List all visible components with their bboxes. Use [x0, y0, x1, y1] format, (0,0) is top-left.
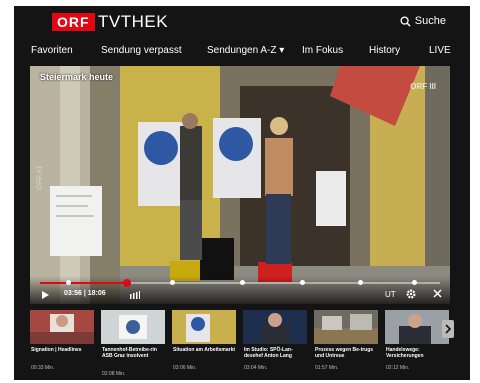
segment-thumbnail	[30, 310, 94, 344]
segment-thumbnail	[243, 310, 307, 344]
progress-handle[interactable]	[123, 279, 131, 287]
nav-favoriten[interactable]: Favoriten	[31, 42, 73, 60]
segment-title: Handelswege: Versicherungen	[386, 347, 424, 359]
segment-thumbnail	[314, 310, 378, 344]
play-icon[interactable]	[42, 291, 49, 299]
progress-bar[interactable]	[40, 279, 440, 287]
search-icon	[400, 15, 411, 27]
channel-watermark: ORF III	[410, 82, 436, 91]
segment-duration: 03:04 Min.	[244, 365, 268, 371]
tvthek-app: ORF TVTHEK Suche Favoriten Sendung verpa…	[14, 6, 470, 380]
main-nav: Favoriten Sendung verpasst Sendungen A-Z…	[14, 42, 470, 60]
segment-tile[interactable]: Situation am Arbeitsmarkt 03:06 Min.	[172, 310, 236, 376]
nav-sendungen-a-z[interactable]: Sendungen A-Z ▾	[207, 42, 284, 60]
search-label: Suche	[414, 15, 446, 27]
segment-tile[interactable]: Signation | Headlines 00:33 Min.	[30, 310, 94, 376]
nav-im-fokus[interactable]: Im Fokus	[302, 42, 343, 60]
segment-title: Situation am Arbeitsmarkt	[173, 347, 236, 353]
search-button[interactable]: Suche	[400, 14, 446, 28]
orf-logo[interactable]: ORF	[52, 13, 95, 31]
chapter-marker[interactable]	[66, 280, 71, 285]
chevron-right-icon	[445, 324, 452, 334]
top-bar: ORF TVTHEK Suche	[14, 6, 470, 36]
segment-duration: 03:06 Min.	[173, 365, 197, 371]
segment-duration: 02:08 Min.	[102, 371, 126, 377]
chapter-marker[interactable]	[300, 280, 305, 285]
segment-tile[interactable]: Prozess wegen Be-trugs und Untreue 01:57…	[314, 310, 378, 376]
segment-title: Signation | Headlines	[31, 347, 82, 353]
video-player[interactable]: Steiermark heute ORF III ORF.AT 03:56 | …	[30, 66, 450, 304]
subtitles-button[interactable]: UT	[385, 290, 396, 299]
segment-duration: 01:57 Min.	[315, 365, 339, 371]
progress-fill	[40, 282, 127, 284]
segment-thumbnail	[385, 310, 449, 344]
time-display: 03:56 | 18:06	[64, 290, 106, 297]
elapsed-time: 03:56	[64, 290, 82, 297]
segment-thumbnail	[101, 310, 165, 344]
segment-tile[interactable]: Tannenhof-Betreibe-rin ASB Graz insolven…	[101, 310, 165, 377]
segment-title: Im Studio: SPÖ-Lan-desehef Anton Lang	[244, 347, 293, 359]
total-duration: 18:06	[87, 290, 106, 297]
nav-sendung-verpasst[interactable]: Sendung verpasst	[101, 42, 182, 60]
video-frame	[30, 66, 450, 304]
segment-duration: 00:33 Min.	[31, 365, 55, 371]
segment-tile[interactable]: Handelswege: Versicherungen 02:12 Min.	[385, 310, 449, 376]
segment-thumbnail	[172, 310, 236, 344]
gear-icon[interactable]	[406, 289, 416, 299]
nav-history[interactable]: History	[369, 42, 400, 60]
next-segments-button[interactable]	[442, 320, 454, 338]
segment-strip: Signation | Headlines 00:33 Min. Tannenh…	[30, 310, 470, 377]
video-title: Steiermark heute	[40, 72, 114, 82]
segment-tile[interactable]: Im Studio: SPÖ-Lan-desehef Anton Lang 03…	[243, 310, 307, 376]
chapter-marker[interactable]	[170, 280, 175, 285]
segment-title: Prozess wegen Be-trugs und Untreue	[315, 347, 374, 359]
chapter-marker[interactable]	[412, 280, 417, 285]
segment-title: Tannenhof-Betreibe-rin ASB Graz insolven…	[102, 347, 157, 359]
chapter-marker[interactable]	[240, 280, 245, 285]
close-icon[interactable]	[433, 289, 442, 298]
side-label: ORF.AT	[36, 165, 44, 190]
segment-duration: 02:12 Min.	[386, 365, 410, 371]
player-controls: 03:56 | 18:06 UT	[30, 276, 450, 304]
nav-live[interactable]: LIVE	[429, 42, 451, 60]
tvthek-brand[interactable]: TVTHEK	[98, 12, 168, 32]
volume-icon[interactable]	[130, 291, 140, 299]
chapter-marker[interactable]	[358, 280, 363, 285]
